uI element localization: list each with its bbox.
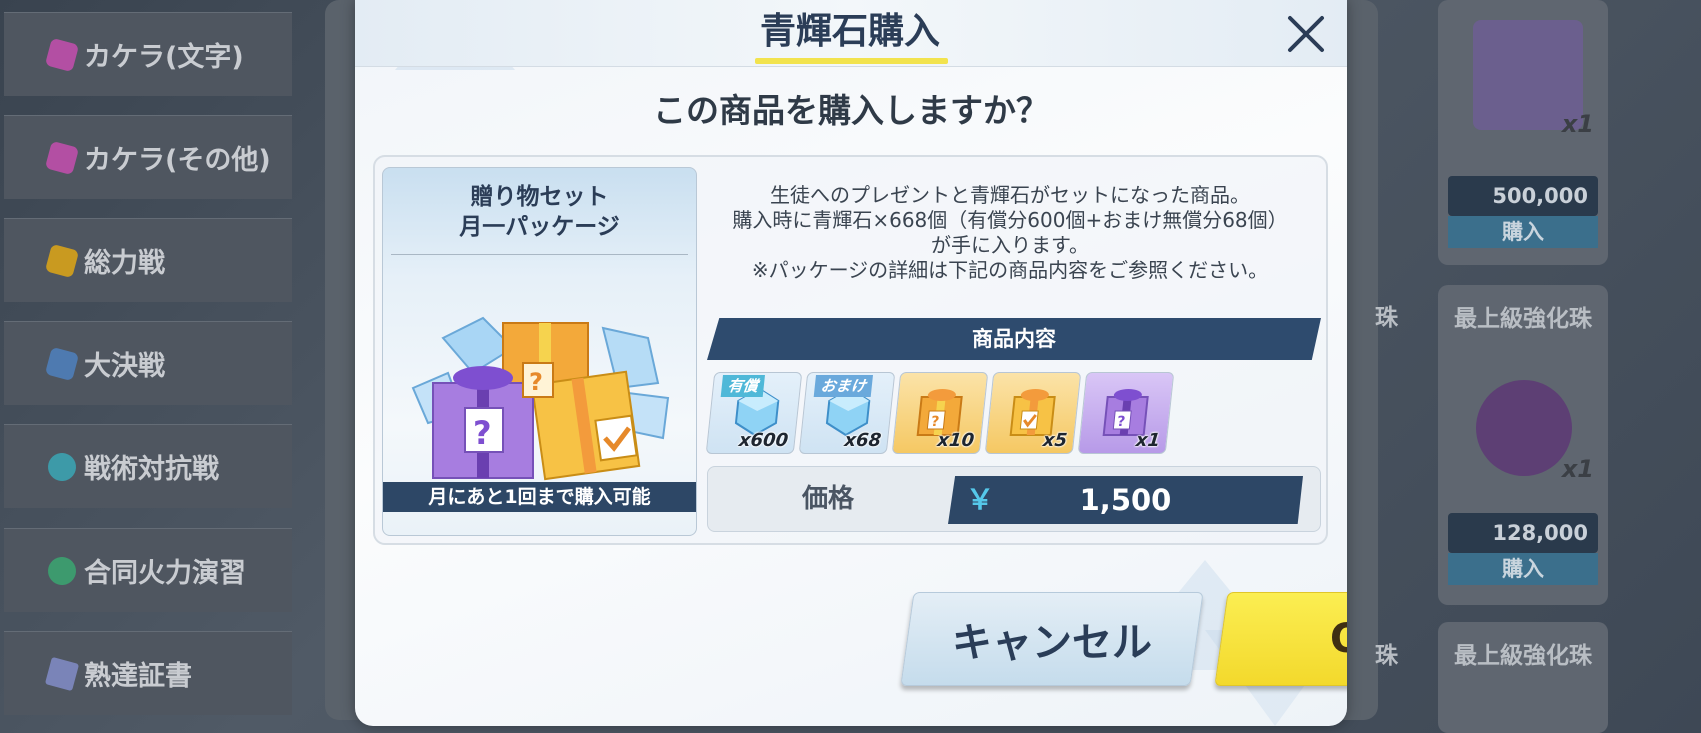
- package-name: 贈り物セット 月一パッケージ: [383, 182, 696, 242]
- price-row: 価格 1,500 ￥: [707, 466, 1321, 532]
- sidebar-item-label: カケラ(文字): [84, 42, 244, 73]
- sidebar-item-label: 総力戦: [84, 248, 165, 279]
- fragment-icon: [44, 37, 80, 72]
- package-name-line: 贈り物セット: [470, 184, 609, 210]
- enhancement-orb-icon: [1476, 380, 1572, 476]
- svg-text:?: ?: [529, 368, 543, 396]
- sidebar-item-label: 合同火力演習: [84, 558, 246, 589]
- description-line: 生徒へのプレゼントと青輝石がセットになった商品。: [770, 183, 1250, 207]
- description-line: ※パッケージの詳細は下記の商品内容をご参照ください。: [751, 258, 1269, 282]
- dialog-title: 青輝石購入: [759, 11, 940, 52]
- item-price: 128,000: [1448, 513, 1598, 553]
- item-price: 500,000: [1448, 176, 1598, 216]
- svg-text:?: ?: [1116, 414, 1126, 430]
- close-icon: [1288, 16, 1324, 52]
- gold-gift-box-icon: ?: [916, 389, 963, 436]
- gift-package-illustration: ? ?: [411, 316, 670, 481]
- tactical-challenge-icon: [44, 449, 80, 484]
- certificate-icon: [44, 656, 80, 691]
- dialog-header: 青輝石購入: [355, 0, 1347, 67]
- purchase-dialog: 青輝石購入 この商品を購入しますか？ 贈り物セット 月一パッケージ ? ? 月に…: [355, 0, 1347, 726]
- sidebar-item-raid[interactable]: 総力戦: [4, 218, 292, 302]
- price-label: 価格: [801, 484, 854, 514]
- sidebar-item-tactical-challenge[interactable]: 戦術対抗戦: [4, 424, 292, 508]
- description-line: が手に入ります。: [931, 233, 1089, 257]
- sidebar-item-label: 大決戦: [84, 351, 165, 382]
- price-box: 1,500 ￥: [948, 476, 1303, 524]
- title-underline: [755, 58, 948, 64]
- buy-button[interactable]: 購入: [1448, 216, 1598, 248]
- contents-header: 商品内容: [707, 318, 1321, 360]
- purple-gift-box-icon: ?: [1102, 389, 1149, 436]
- buy-button[interactable]: 購入: [1448, 553, 1598, 585]
- gold-gift-box-icon: [1009, 389, 1056, 436]
- ok-button[interactable]: OK: [1214, 592, 1347, 686]
- item-slot[interactable]: 有償 x600: [705, 372, 803, 454]
- sidebar-item-label: 戦術対抗戦: [84, 454, 219, 485]
- partial-label: 珠: [1375, 643, 1398, 669]
- sidebar: カケラ(文字) カケラ(その他) 総力戦 大決戦 戦術対抗戦 合同火力演習 熟達…: [0, 0, 295, 733]
- item-slot[interactable]: ? x1: [1077, 372, 1175, 454]
- item-count: x1: [1561, 455, 1594, 483]
- sidebar-item-label: カケラ(その他): [84, 145, 271, 176]
- yen-icon: ￥: [966, 483, 995, 516]
- shop-item-card[interactable]: x1 500,000 購入: [1438, 0, 1608, 265]
- item-count: x10: [936, 430, 976, 451]
- svg-text:?: ?: [473, 414, 492, 452]
- svg-text:?: ?: [930, 414, 940, 430]
- sidebar-item-fragment-letters[interactable]: カケラ(文字): [4, 12, 292, 96]
- shop-item-card[interactable]: 最上級強化珠: [1438, 622, 1608, 733]
- sidebar-item-fragment-other[interactable]: カケラ(その他): [4, 115, 292, 199]
- joint-exercise-icon: [44, 553, 80, 588]
- item-count: x1: [1561, 110, 1594, 138]
- item-title: 最上級強化珠: [1454, 643, 1592, 669]
- cancel-button[interactable]: キャンセル: [900, 592, 1204, 686]
- item-count: x600: [737, 430, 790, 451]
- item-count: x1: [1134, 430, 1162, 451]
- shop-item-card[interactable]: 最上級強化珠 x1 128,000 購入: [1438, 285, 1608, 605]
- fragment-icon: [44, 140, 80, 175]
- raid-icon: [44, 243, 80, 278]
- sidebar-item-joint-exercise[interactable]: 合同火力演習: [4, 528, 292, 612]
- sidebar-item-grand-assault[interactable]: 大決戦: [4, 321, 292, 405]
- sidebar-item-label: 熟達証書: [84, 661, 192, 692]
- shop-item-column: x1 500,000 購入 最上級強化珠 x1 128,000 購入 最上級強化…: [1375, 0, 1701, 733]
- purchase-limit-label: 月にあと1回まで購入可能: [383, 482, 696, 512]
- item-count: x5: [1041, 430, 1069, 451]
- grand-assault-icon: [44, 346, 80, 381]
- package-name-line: 月一パッケージ: [459, 214, 620, 240]
- description-line: 購入時に青輝石×668個（有償分600個+おまけ無償分68個）: [732, 208, 1288, 232]
- sidebar-item-certificate[interactable]: 熟達証書: [4, 631, 292, 715]
- item-slot[interactable]: x5: [984, 372, 1082, 454]
- partial-label: 珠: [1375, 305, 1398, 331]
- item-count: x68: [843, 430, 883, 451]
- item-slot[interactable]: ? x10: [891, 372, 989, 454]
- bonus-tag: おまけ: [813, 375, 874, 397]
- divider: [391, 254, 688, 255]
- item-slot[interactable]: おまけ x68: [798, 372, 896, 454]
- paid-tag: 有償: [720, 375, 766, 397]
- price-value: 1,500: [1079, 483, 1172, 517]
- ok-button-label: OK: [1329, 616, 1348, 662]
- close-button[interactable]: [1282, 10, 1330, 58]
- confirm-question: この商品を購入しますか？: [653, 91, 1049, 130]
- item-title: 最上級強化珠: [1454, 306, 1592, 332]
- product-description: 生徒へのプレゼントと青輝石がセットになった商品。 購入時に青輝石×668個（有償…: [710, 183, 1310, 283]
- cancel-button-label: キャンセル: [952, 620, 1152, 666]
- package-card: 贈り物セット 月一パッケージ ? ? 月にあと1回まで購入可能: [382, 167, 697, 536]
